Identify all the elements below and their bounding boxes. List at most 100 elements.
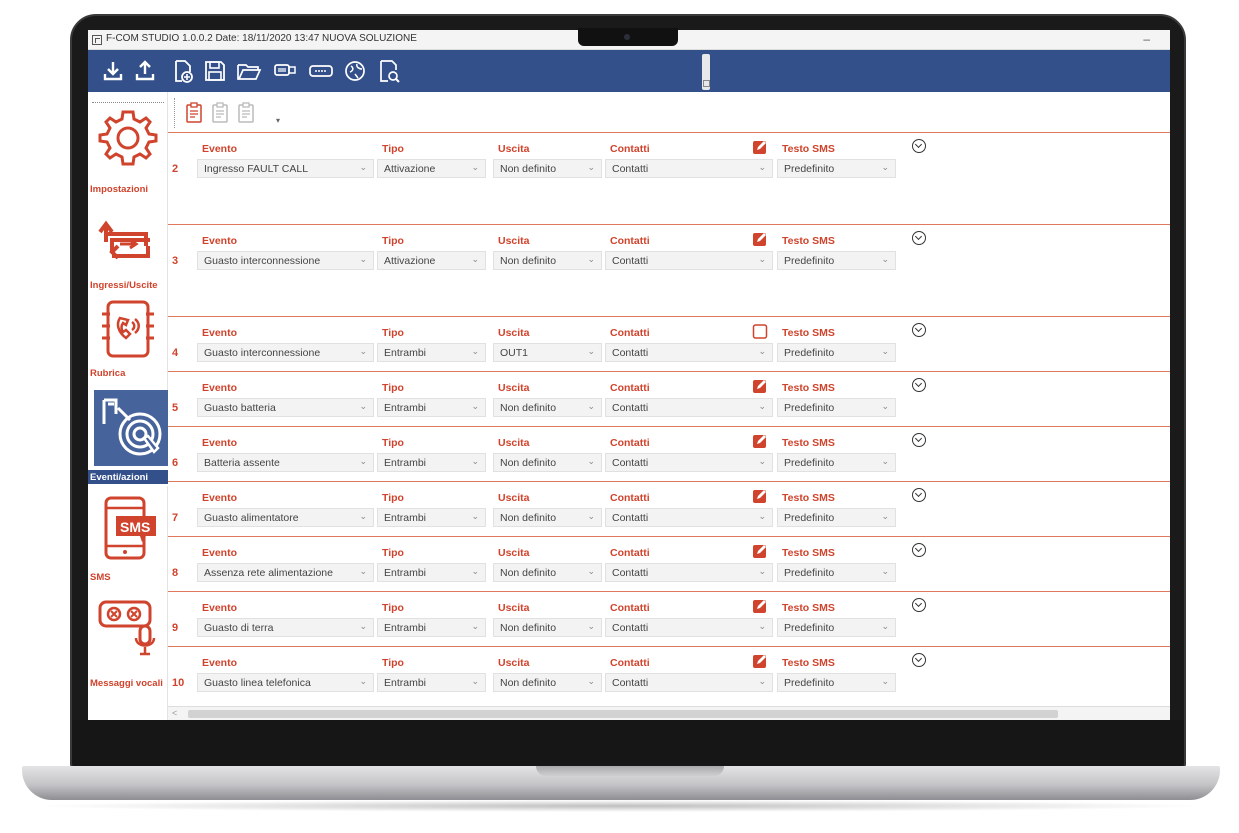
clipboard-copy-icon: [212, 102, 228, 123]
testo-sms-select[interactable]: Predefinito ⌄: [777, 618, 896, 637]
expand-icon[interactable]: [912, 543, 926, 557]
event-row: 9 Evento Tipo Uscita Contatti Testo SMS …: [168, 591, 1170, 646]
evento-select[interactable]: Guasto linea telefonica ⌄: [197, 673, 374, 692]
save-button[interactable]: [200, 56, 230, 86]
contatti-label: Contatti: [610, 547, 650, 559]
uscita-select[interactable]: Non definito ⌄: [493, 508, 602, 527]
tipo-select[interactable]: Entrambi ⌄: [377, 398, 486, 417]
evento-select[interactable]: Guasto interconnessione ⌄: [197, 251, 374, 270]
sidebar-item-label: Messaggi vocali: [90, 678, 163, 689]
evento-select[interactable]: Ingresso FAULT CALL ⌄: [197, 159, 374, 178]
contatti-label: Contatti: [610, 143, 650, 155]
evento-select[interactable]: Guasto di terra ⌄: [197, 618, 374, 637]
contatti-select[interactable]: Contatti ⌄: [605, 618, 773, 637]
tipo-select[interactable]: Entrambi ⌄: [377, 618, 486, 637]
contatti-select[interactable]: Contatti ⌄: [605, 453, 773, 472]
testo-sms-select[interactable]: Predefinito ⌄: [777, 673, 896, 692]
testo-sms-select[interactable]: Predefinito ⌄: [777, 563, 896, 582]
scroll-left-icon[interactable]: <: [172, 708, 177, 718]
chevron-down-icon[interactable]: ▾: [276, 116, 280, 125]
testo-sms-select[interactable]: Predefinito ⌄: [777, 453, 896, 472]
tipo-select[interactable]: Entrambi ⌄: [377, 343, 486, 362]
horizontal-scrollbar[interactable]: <: [168, 706, 1170, 720]
new-file-button[interactable]: [168, 56, 198, 86]
toolbar-grip[interactable]: [702, 54, 710, 90]
sidebar-item-eventi-azioni[interactable]: Eventi/azioni: [88, 390, 168, 486]
uscita-value: Non definito: [500, 163, 557, 175]
edit-icon[interactable]: [752, 378, 768, 394]
expand-icon[interactable]: [912, 433, 926, 447]
minimize-button[interactable]: –: [1143, 32, 1150, 46]
expand-icon[interactable]: [912, 323, 926, 337]
uscita-label: Uscita: [498, 657, 530, 669]
evento-select[interactable]: Guasto alimentatore ⌄: [197, 508, 374, 527]
contatti-select[interactable]: Contatti ⌄: [605, 159, 773, 178]
testo-sms-select[interactable]: Predefinito ⌄: [777, 159, 896, 178]
sidebar-item-impostazioni[interactable]: Impostazioni: [88, 106, 168, 206]
testo-sms-select[interactable]: Predefinito ⌄: [777, 343, 896, 362]
expand-icon[interactable]: [912, 378, 926, 392]
uscita-select[interactable]: Non definito ⌄: [493, 453, 602, 472]
edit-icon[interactable]: [752, 543, 768, 559]
edit-icon[interactable]: [752, 433, 768, 449]
sidebar-item-rubrica[interactable]: Rubrica: [88, 298, 168, 384]
chevron-down-icon: ⌄: [881, 162, 889, 172]
contatti-select[interactable]: Contatti ⌄: [605, 673, 773, 692]
testo-sms-select[interactable]: Predefinito ⌄: [777, 508, 896, 527]
sidebar-item-sms[interactable]: SMS SMS: [88, 496, 168, 586]
web-update-button[interactable]: [340, 56, 370, 86]
uscita-select[interactable]: OUT1 ⌄: [493, 343, 602, 362]
edit-icon[interactable]: [752, 653, 768, 669]
evento-select[interactable]: Batteria assente ⌄: [197, 453, 374, 472]
uscita-select[interactable]: Non definito ⌄: [493, 251, 602, 270]
usb-button[interactable]: [270, 56, 300, 86]
evento-select[interactable]: Guasto batteria ⌄: [197, 398, 374, 417]
uscita-select[interactable]: Non definito ⌄: [493, 398, 602, 417]
scrollbar-thumb[interactable]: [188, 710, 1058, 718]
tipo-select[interactable]: Entrambi ⌄: [377, 508, 486, 527]
evento-select[interactable]: Assenza rete alimentazione ⌄: [197, 563, 374, 582]
download-button[interactable]: [98, 56, 128, 86]
uscita-select[interactable]: Non definito ⌄: [493, 673, 602, 692]
uscita-select[interactable]: Non definito ⌄: [493, 618, 602, 637]
contatti-select[interactable]: Contatti ⌄: [605, 563, 773, 582]
contatti-select[interactable]: Contatti ⌄: [605, 398, 773, 417]
tipo-label: Tipo: [382, 327, 404, 339]
expand-icon[interactable]: [912, 488, 926, 502]
evento-label: Evento: [202, 143, 238, 155]
tipo-select[interactable]: Attivazione ⌄: [377, 251, 486, 270]
tipo-select[interactable]: Attivazione ⌄: [377, 159, 486, 178]
tipo-select[interactable]: Entrambi ⌄: [377, 673, 486, 692]
evento-select[interactable]: Guasto interconnessione ⌄: [197, 343, 374, 362]
delete-event-button[interactable]: [236, 102, 256, 124]
testo-sms-select[interactable]: Predefinito ⌄: [777, 251, 896, 270]
testo-sms-select[interactable]: Predefinito ⌄: [777, 398, 896, 417]
copy-event-button[interactable]: [210, 102, 230, 124]
tipo-select[interactable]: Entrambi ⌄: [377, 453, 486, 472]
edit-icon[interactable]: [752, 139, 768, 155]
edit-icon[interactable]: [752, 598, 768, 614]
tipo-select[interactable]: Entrambi ⌄: [377, 563, 486, 582]
sidebar-item-messaggi-vocali[interactable]: Messaggi vocali: [88, 596, 168, 696]
expand-icon[interactable]: [912, 231, 926, 245]
expand-icon[interactable]: [912, 653, 926, 667]
uscita-select[interactable]: Non definito ⌄: [493, 159, 602, 178]
sidebar-item-ingressi-uscite[interactable]: Ingressi/Uscite: [88, 206, 168, 296]
edit-empty-icon[interactable]: [752, 323, 768, 339]
contatti-select[interactable]: Contatti ⌄: [605, 343, 773, 362]
chevron-down-icon: ⌄: [471, 621, 479, 631]
contatti-select[interactable]: Contatti ⌄: [605, 508, 773, 527]
upload-button[interactable]: [130, 56, 160, 86]
inspect-file-button[interactable]: [374, 56, 404, 86]
serial-port-button[interactable]: [306, 56, 336, 86]
edit-icon[interactable]: [752, 231, 768, 247]
edit-icon[interactable]: [752, 488, 768, 504]
uscita-select[interactable]: Non definito ⌄: [493, 563, 602, 582]
chevron-down-icon: ⌄: [881, 566, 889, 576]
contatti-select[interactable]: Contatti ⌄: [605, 251, 773, 270]
add-event-button[interactable]: [184, 102, 204, 124]
chevron-down-icon: ⌄: [359, 676, 367, 686]
expand-icon[interactable]: [912, 598, 926, 612]
expand-icon[interactable]: [912, 139, 926, 153]
open-folder-button[interactable]: [234, 56, 264, 86]
